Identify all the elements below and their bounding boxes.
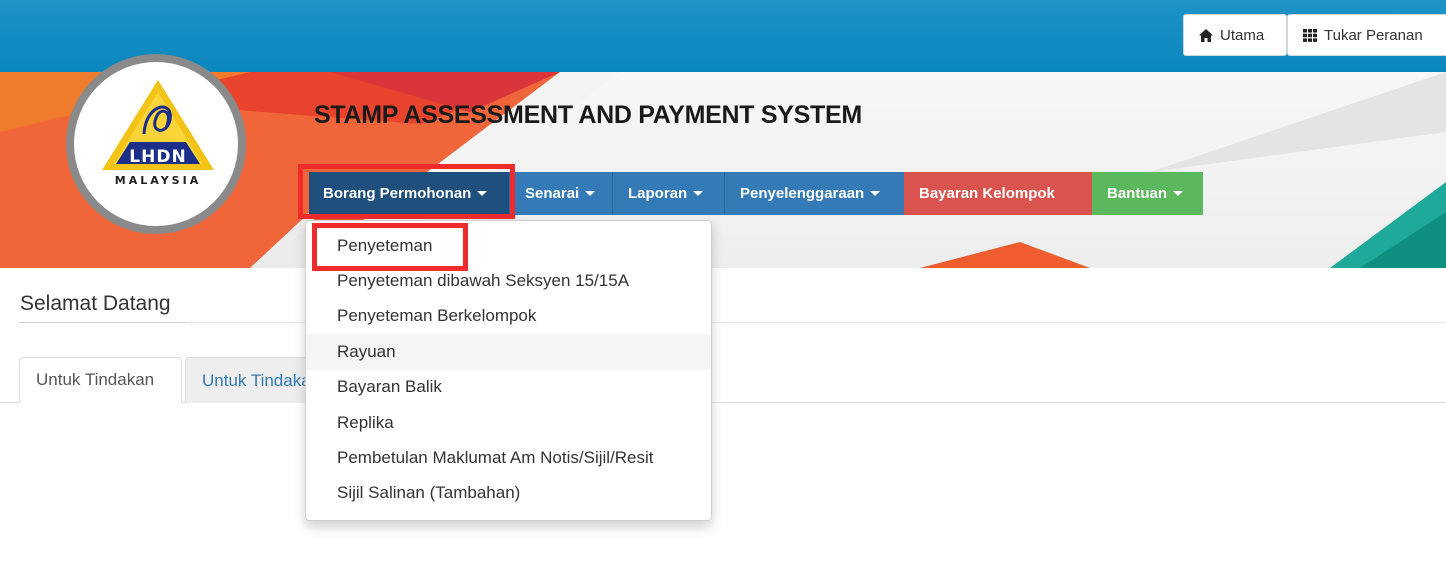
caret-down-icon <box>1173 191 1183 196</box>
utama-button[interactable]: Utama <box>1183 14 1287 56</box>
menu-item-pembetulan-maklumat[interactable]: Pembetulan Maklumat Am Notis/Sijil/Resit <box>306 440 711 475</box>
lhdn-logo: LHDN MALAYSIA <box>66 54 246 234</box>
nav-label: Borang Permohonan <box>323 185 472 202</box>
menu-item-bayaran-balik[interactable]: Bayaran Balik <box>306 370 711 405</box>
nav-bayaran-kelompok[interactable]: Bayaran Kelompok <box>904 172 1092 215</box>
menu-item-rayuan[interactable]: Rayuan <box>306 334 711 370</box>
borang-permohonan-dropdown: Penyeteman Penyeteman dibawah Seksyen 15… <box>305 220 712 521</box>
nav-penyelenggaraan[interactable]: Penyelenggaraan <box>724 172 904 215</box>
nav-label: Laporan <box>628 185 688 202</box>
nav-label: Senarai <box>525 185 580 202</box>
nav-bantuan[interactable]: Bantuan <box>1092 172 1203 215</box>
nav-label: Bayaran Kelompok <box>919 185 1055 202</box>
svg-text:LHDN: LHDN <box>129 147 186 167</box>
grid-icon <box>1302 28 1318 43</box>
page: Utama Tukar Peranan LHDN MALAYSIA STAMP … <box>0 0 1446 563</box>
menu-item-penyeteman-berkelompok[interactable]: Penyeteman Berkelompok <box>306 299 711 334</box>
nav-label: Bantuan <box>1107 185 1167 202</box>
caret-down-icon <box>870 191 881 196</box>
nav-label: Penyelenggaraan <box>740 185 865 202</box>
welcome-underline <box>19 322 187 323</box>
system-title: STAMP ASSESSMENT AND PAYMENT SYSTEM <box>314 101 862 129</box>
nav-borang-permohonan[interactable]: Borang Permohonan <box>309 172 509 215</box>
svg-text:MALAYSIA: MALAYSIA <box>115 174 201 187</box>
tukar-peranan-label: Tukar Peranan <box>1324 26 1423 44</box>
menu-item-sijil-salinan[interactable]: Sijil Salinan (Tambahan) <box>306 476 711 511</box>
tab-untuk-tindakan[interactable]: Untuk Tindakan <box>19 357 182 403</box>
caret-down-icon <box>693 191 704 196</box>
home-icon <box>1198 28 1214 43</box>
menu-item-penyeteman-seksyen[interactable]: Penyeteman dibawah Seksyen 15/15A <box>306 263 711 298</box>
caret-down-icon <box>477 191 488 196</box>
caret-down-icon <box>585 191 596 196</box>
tab-label: Untuk Tindakan <box>36 370 155 389</box>
menu-item-replika[interactable]: Replika <box>306 405 711 440</box>
welcome-heading: Selamat Datang <box>20 292 171 315</box>
nav-laporan[interactable]: Laporan <box>612 172 724 215</box>
main-nav: Borang Permohonan Senarai Laporan Penyel… <box>309 172 1203 215</box>
nav-senarai[interactable]: Senarai <box>509 172 612 215</box>
tukar-peranan-button[interactable]: Tukar Peranan <box>1287 14 1446 56</box>
tab-label: Untuk Tindakan <box>202 370 321 390</box>
menu-item-penyeteman[interactable]: Penyeteman <box>306 228 711 263</box>
utama-label: Utama <box>1220 26 1265 44</box>
